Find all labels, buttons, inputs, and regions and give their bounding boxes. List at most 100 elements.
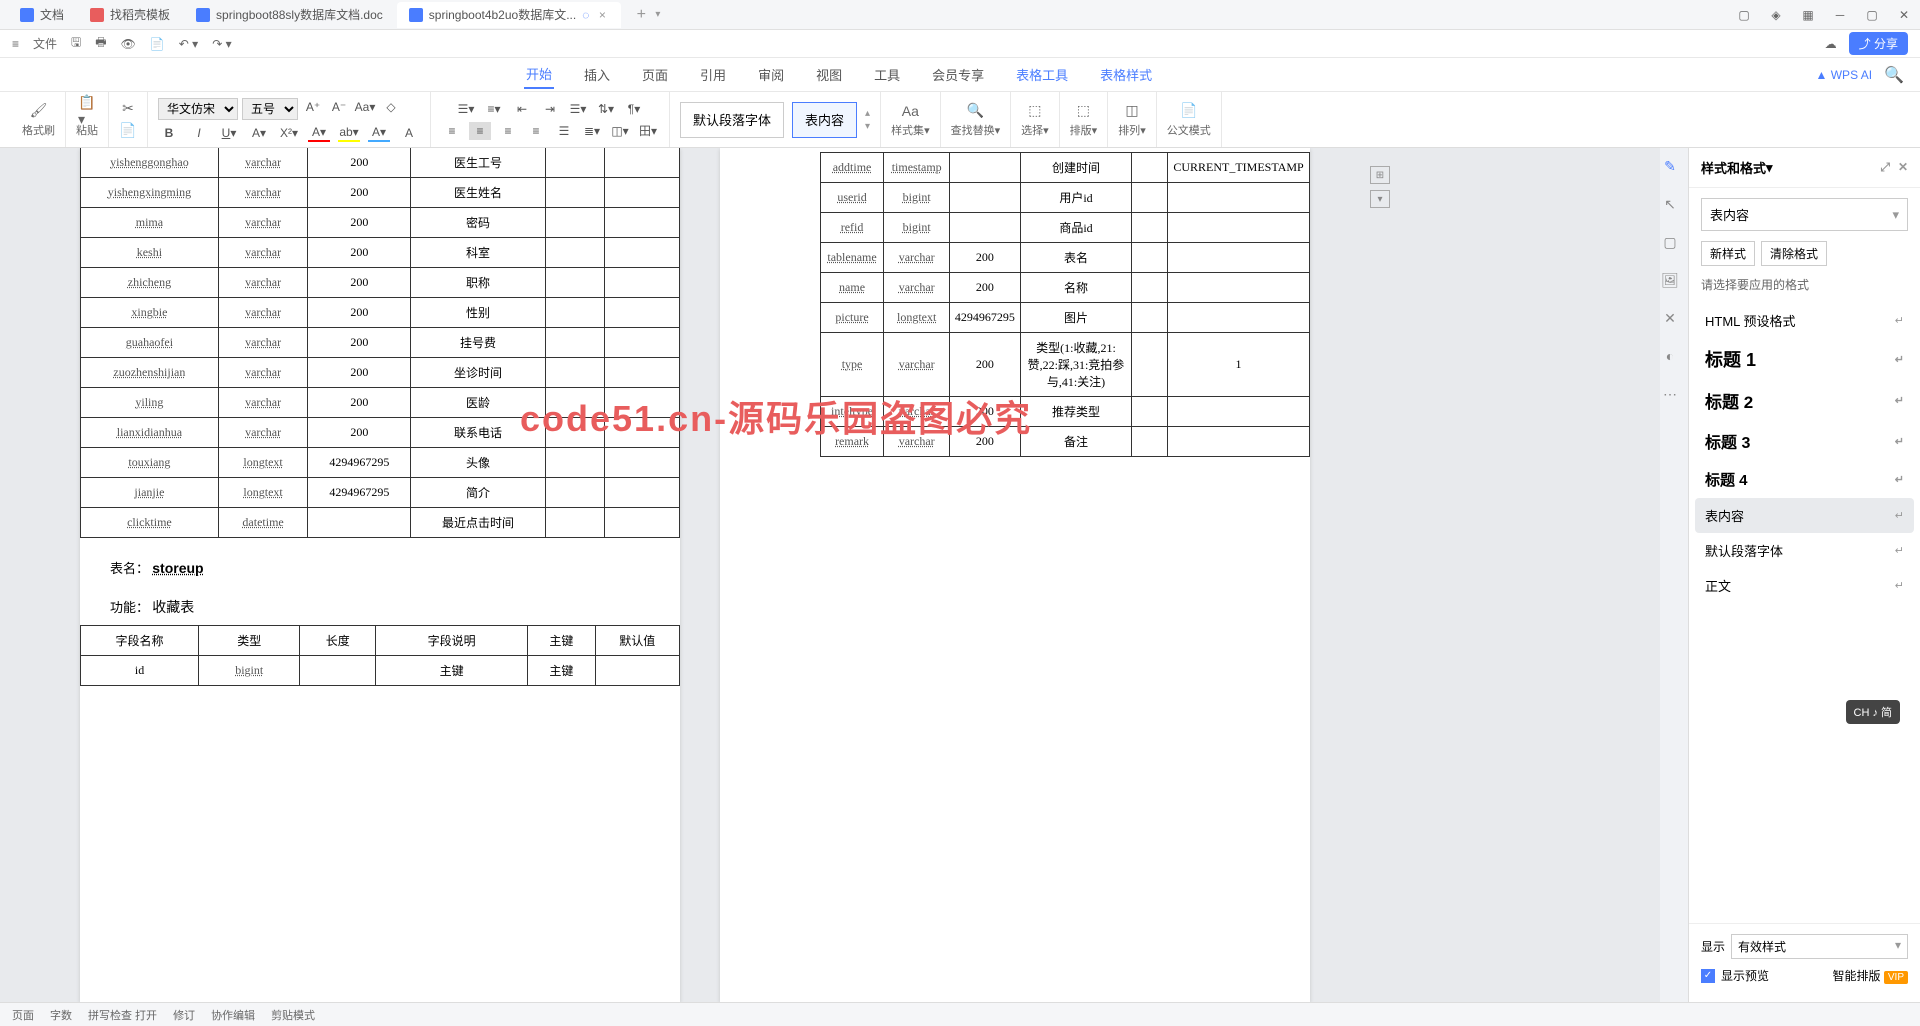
cut-icon[interactable]: ✂: [119, 100, 137, 118]
shading-icon[interactable]: A▾: [368, 124, 390, 142]
side-pencil-icon[interactable]: ✎: [1660, 156, 1680, 176]
menu-page[interactable]: 页面: [640, 61, 670, 88]
fontcolor-icon[interactable]: A▾: [308, 124, 330, 142]
select-icon[interactable]: ⬚: [1026, 102, 1044, 120]
style-item[interactable]: 标题 4↵: [1695, 461, 1914, 498]
copy-icon[interactable]: 📄: [119, 122, 137, 140]
style-item[interactable]: 正文↵: [1695, 568, 1914, 603]
numbering-icon[interactable]: ≡▾: [483, 100, 505, 118]
border-icon[interactable]: 田▾: [637, 122, 659, 140]
style-item[interactable]: 表内容↵: [1695, 498, 1914, 533]
align-center-icon[interactable]: ≡: [469, 122, 491, 140]
clear-format-icon[interactable]: ◇: [380, 98, 402, 116]
side-more-icon[interactable]: ⋯: [1660, 384, 1680, 404]
search-icon[interactable]: 🔍: [1884, 65, 1904, 85]
style-item[interactable]: 标题 2↵: [1695, 380, 1914, 421]
smart-layout-button[interactable]: 智能排版 VIP: [1833, 967, 1908, 984]
new-style-button[interactable]: 新样式: [1701, 241, 1755, 266]
style-item[interactable]: 标题 1↵: [1695, 338, 1914, 380]
preview-checkbox[interactable]: ✓: [1701, 969, 1715, 983]
paste-icon[interactable]: 📋▾: [78, 102, 96, 120]
linespace-icon[interactable]: ☰▾: [567, 100, 589, 118]
outdent-icon[interactable]: ⇤: [511, 100, 533, 118]
menu-review[interactable]: 审阅: [756, 61, 786, 88]
bullets-icon[interactable]: ☰▾: [455, 100, 477, 118]
redo-icon[interactable]: ↷ ▾: [212, 37, 231, 51]
undo-icon[interactable]: ↶ ▾: [179, 37, 198, 51]
strike-icon[interactable]: A▾: [248, 124, 270, 142]
add-tab-button[interactable]: +: [631, 5, 651, 25]
tab-doc2-active[interactable]: springboot4b2uo数据库文...◌×: [397, 2, 622, 28]
super-icon[interactable]: X²▾: [278, 124, 300, 142]
shrink-font-icon[interactable]: A⁻: [328, 98, 350, 116]
close-window-icon[interactable]: ✕: [1896, 7, 1912, 23]
close-icon[interactable]: ×: [595, 8, 609, 22]
style-default-para[interactable]: 默认段落字体: [680, 102, 784, 138]
export-icon[interactable]: 📄: [150, 37, 165, 51]
align-right-icon[interactable]: ≡: [497, 122, 519, 140]
win-icon-3[interactable]: ▦: [1800, 7, 1816, 23]
win-icon-2[interactable]: ◈: [1768, 7, 1784, 23]
show-select[interactable]: 有效样式 ▾: [1731, 934, 1908, 959]
clear-format-button[interactable]: 清除格式: [1761, 241, 1827, 266]
style-table-content[interactable]: 表内容: [792, 102, 857, 138]
side-cursor-icon[interactable]: ↖: [1660, 194, 1680, 214]
size-select[interactable]: 五号: [242, 98, 298, 120]
case-icon[interactable]: Aa▾: [354, 98, 376, 116]
cloud-icon[interactable]: ☁: [1825, 37, 1837, 51]
wps-ai[interactable]: ▲ WPS AI: [1816, 68, 1873, 82]
style-item[interactable]: 默认段落字体↵: [1695, 533, 1914, 568]
tab-docs[interactable]: 文档: [8, 2, 76, 28]
win-icon-1[interactable]: ▢: [1736, 7, 1752, 23]
page-nav-icon2[interactable]: ▾: [1370, 190, 1390, 208]
side-shape-icon[interactable]: ▢: [1660, 232, 1680, 252]
current-style-select[interactable]: 表内容▾: [1701, 198, 1908, 231]
styleset-icon[interactable]: Aa: [901, 102, 919, 120]
menu-table-style[interactable]: 表格样式: [1098, 61, 1154, 88]
bold-icon[interactable]: B: [158, 124, 180, 142]
minimize-icon[interactable]: ─: [1832, 7, 1848, 23]
menu-insert[interactable]: 插入: [582, 61, 612, 88]
align-justify-icon[interactable]: ≡: [525, 122, 547, 140]
tab-template[interactable]: 找稻壳模板: [78, 2, 182, 28]
format-brush-icon[interactable]: 🖌: [30, 102, 48, 120]
maximize-icon[interactable]: ▢: [1864, 7, 1880, 23]
page-nav-icon[interactable]: ⊞: [1370, 166, 1390, 184]
marks-icon[interactable]: ¶▾: [623, 100, 645, 118]
menu-view[interactable]: 视图: [814, 61, 844, 88]
side-tools-icon[interactable]: ✕: [1660, 308, 1680, 328]
official-icon[interactable]: 📄: [1180, 102, 1198, 120]
font-select[interactable]: 华文仿宋: [158, 98, 238, 120]
menu-icon[interactable]: ≡: [12, 37, 19, 51]
menu-table-tools[interactable]: 表格工具: [1014, 61, 1070, 88]
preview-icon[interactable]: 👁: [121, 37, 136, 51]
menu-member[interactable]: 会员专享: [930, 61, 986, 88]
panel-close-icon[interactable]: ✕: [1898, 160, 1908, 175]
italic-icon[interactable]: I: [188, 124, 210, 142]
pin-icon[interactable]: ⤢: [1880, 160, 1890, 175]
document-area[interactable]: yishenggonghaovarchar200医生工号yishengxingm…: [0, 148, 1660, 1002]
underline-icon[interactable]: U▾: [218, 124, 240, 142]
indent-icon[interactable]: ⇥: [539, 100, 561, 118]
grow-font-icon[interactable]: A⁺: [302, 98, 324, 116]
align-dist-icon[interactable]: ☰: [553, 122, 575, 140]
style-item[interactable]: HTML 预设格式↵: [1695, 303, 1914, 338]
paraspacing-icon[interactable]: ≣▾: [581, 122, 603, 140]
highlight-icon[interactable]: ab▾: [338, 124, 360, 142]
menu-tools[interactable]: 工具: [872, 61, 902, 88]
menu-start[interactable]: 开始: [524, 60, 554, 89]
fill-icon[interactable]: ◫▾: [609, 122, 631, 140]
find-icon[interactable]: 🔍: [966, 102, 984, 120]
charborder-icon[interactable]: A: [398, 124, 420, 142]
menu-ref[interactable]: 引用: [698, 61, 728, 88]
share-button[interactable]: ⤴ 分享: [1849, 32, 1908, 55]
side-clip-icon[interactable]: ◐: [1660, 346, 1680, 366]
arrange-icon[interactable]: ◫: [1123, 102, 1141, 120]
save-icon[interactable]: 🖫: [71, 33, 81, 54]
tab-doc1[interactable]: springboot88sly数据库文档.doc: [184, 2, 395, 28]
layout-icon[interactable]: ⬚: [1074, 102, 1092, 120]
file-menu[interactable]: 文件: [33, 35, 57, 52]
style-item[interactable]: 标题 3↵: [1695, 421, 1914, 461]
print-icon[interactable]: 🖶: [95, 33, 106, 54]
sort-icon[interactable]: ⇅▾: [595, 100, 617, 118]
